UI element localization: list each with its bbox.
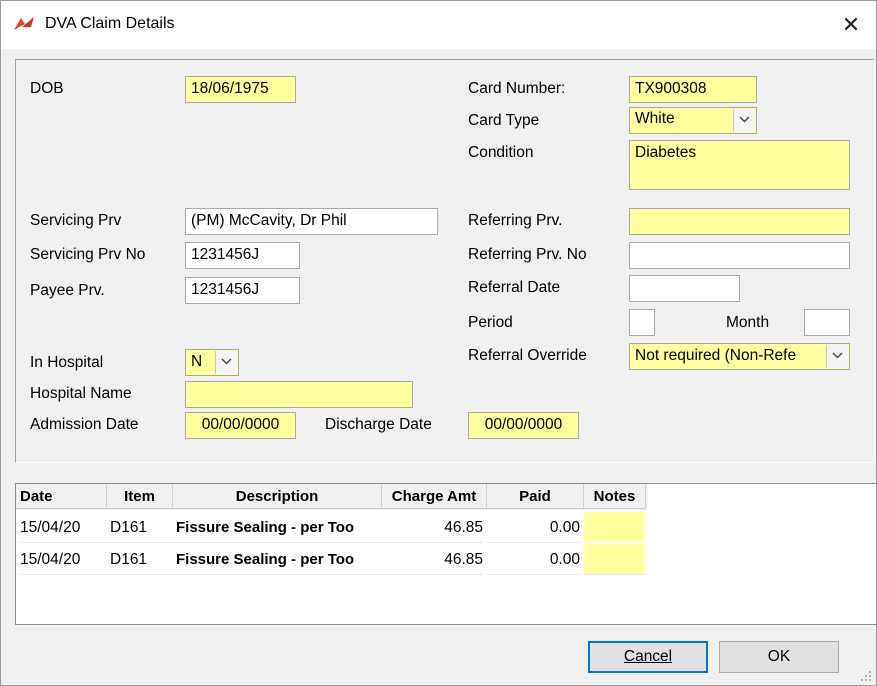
cell-date: 15/04/20	[20, 512, 107, 543]
cell-description: Fissure Sealing - per Too	[173, 512, 382, 543]
referring-prv-no-field[interactable]	[629, 242, 850, 269]
column-header-paid[interactable]: Paid	[487, 484, 584, 509]
cell-item: D161	[107, 512, 173, 543]
month-field[interactable]	[804, 309, 850, 336]
hospital-name-label: Hospital Name	[30, 385, 132, 402]
dob-field[interactable]: 18/06/1975	[185, 76, 296, 103]
dob-label: DOB	[30, 80, 64, 97]
cell-description: Fissure Sealing - per Too	[173, 544, 382, 575]
dva-claim-details-dialog: DVA Claim Details ✕ DOB 18/06/1975 Servi…	[0, 0, 877, 686]
chevron-down-icon[interactable]	[733, 109, 755, 132]
referral-override-label: Referral Override	[468, 347, 587, 364]
card-number-label: Card Number:	[468, 80, 566, 97]
condition-label: Condition	[468, 144, 534, 161]
card-number-field[interactable]: TX900308	[629, 76, 757, 103]
in-hospital-label: In Hospital	[30, 354, 104, 371]
payee-prv-label: Payee Prv.	[30, 282, 105, 299]
servicing-prv-field[interactable]: (PM) McCavity, Dr Phil	[185, 208, 438, 235]
title-bar: DVA Claim Details ✕	[1, 1, 876, 49]
column-header-item[interactable]: Item	[107, 484, 173, 509]
admission-date-field[interactable]: 00/00/0000	[185, 412, 296, 439]
cell-charge-amt: 46.85	[382, 544, 483, 575]
discharge-date-field[interactable]: 00/00/0000	[468, 412, 579, 439]
referral-date-label: Referral Date	[468, 279, 561, 296]
resize-grip-icon[interactable]	[859, 669, 873, 683]
period-label: Period	[468, 314, 513, 331]
cell-paid: 0.00	[487, 512, 580, 543]
admission-date-label: Admission Date	[30, 416, 139, 433]
cell-charge-amt: 46.85	[382, 512, 483, 543]
in-hospital-select[interactable]: N	[185, 349, 239, 376]
cancel-button-label: Cancel	[623, 648, 673, 665]
column-header-description[interactable]: Description	[173, 484, 382, 509]
servicing-prv-label: Servicing Prv	[30, 212, 122, 229]
servicing-prv-no-field[interactable]: 1231456J	[185, 242, 300, 269]
window-title: DVA Claim Details	[45, 15, 175, 32]
cell-notes[interactable]	[584, 512, 645, 543]
table-row[interactable]: 15/04/20 D161 Fissure Sealing - per Too …	[16, 512, 648, 544]
column-header-notes[interactable]: Notes	[584, 484, 646, 509]
hospital-name-field[interactable]	[185, 381, 413, 408]
ok-button[interactable]: OK	[719, 641, 839, 673]
claim-items-grid: Date Item Description Charge Amt Paid No…	[15, 483, 877, 625]
month-label: Month	[726, 314, 770, 331]
card-type-label: Card Type	[468, 112, 540, 129]
discharge-date-label: Discharge Date	[325, 416, 432, 433]
referring-prv-field[interactable]	[629, 208, 850, 235]
referral-date-field[interactable]	[629, 275, 740, 302]
column-header-date[interactable]: Date	[16, 484, 107, 509]
claim-form-panel: DOB 18/06/1975 Servicing Prv (PM) McCavi…	[15, 59, 875, 463]
referring-prv-no-label: Referring Prv. No	[468, 246, 587, 263]
servicing-prv-no-label: Servicing Prv No	[30, 246, 146, 263]
cell-item: D161	[107, 544, 173, 575]
column-header-charge-amt[interactable]: Charge Amt	[382, 484, 487, 509]
card-type-value: White	[635, 110, 675, 127]
table-row[interactable]: 15/04/20 D161 Fissure Sealing - per Too …	[16, 544, 648, 576]
card-type-select[interactable]: White	[629, 107, 757, 134]
app-logo-icon	[14, 17, 34, 30]
close-icon[interactable]: ✕	[831, 9, 871, 41]
referring-prv-label: Referring Prv.	[468, 212, 563, 229]
chevron-down-icon[interactable]	[826, 345, 848, 368]
grid-header: Date Item Description Charge Amt Paid No…	[16, 484, 648, 510]
cancel-button[interactable]: Cancel	[588, 641, 708, 673]
in-hospital-value: N	[191, 353, 203, 370]
referral-override-select[interactable]: Not required (Non-Refe	[629, 343, 850, 370]
cell-notes[interactable]	[584, 544, 645, 575]
period-field[interactable]	[629, 309, 655, 336]
cell-date: 15/04/20	[20, 544, 107, 575]
cell-paid: 0.00	[487, 544, 580, 575]
referral-override-value: Not required (Non-Refe	[635, 347, 797, 364]
condition-field[interactable]: Diabetes	[629, 140, 850, 190]
payee-prv-field[interactable]: 1231456J	[185, 277, 300, 304]
chevron-down-icon[interactable]	[215, 351, 237, 374]
